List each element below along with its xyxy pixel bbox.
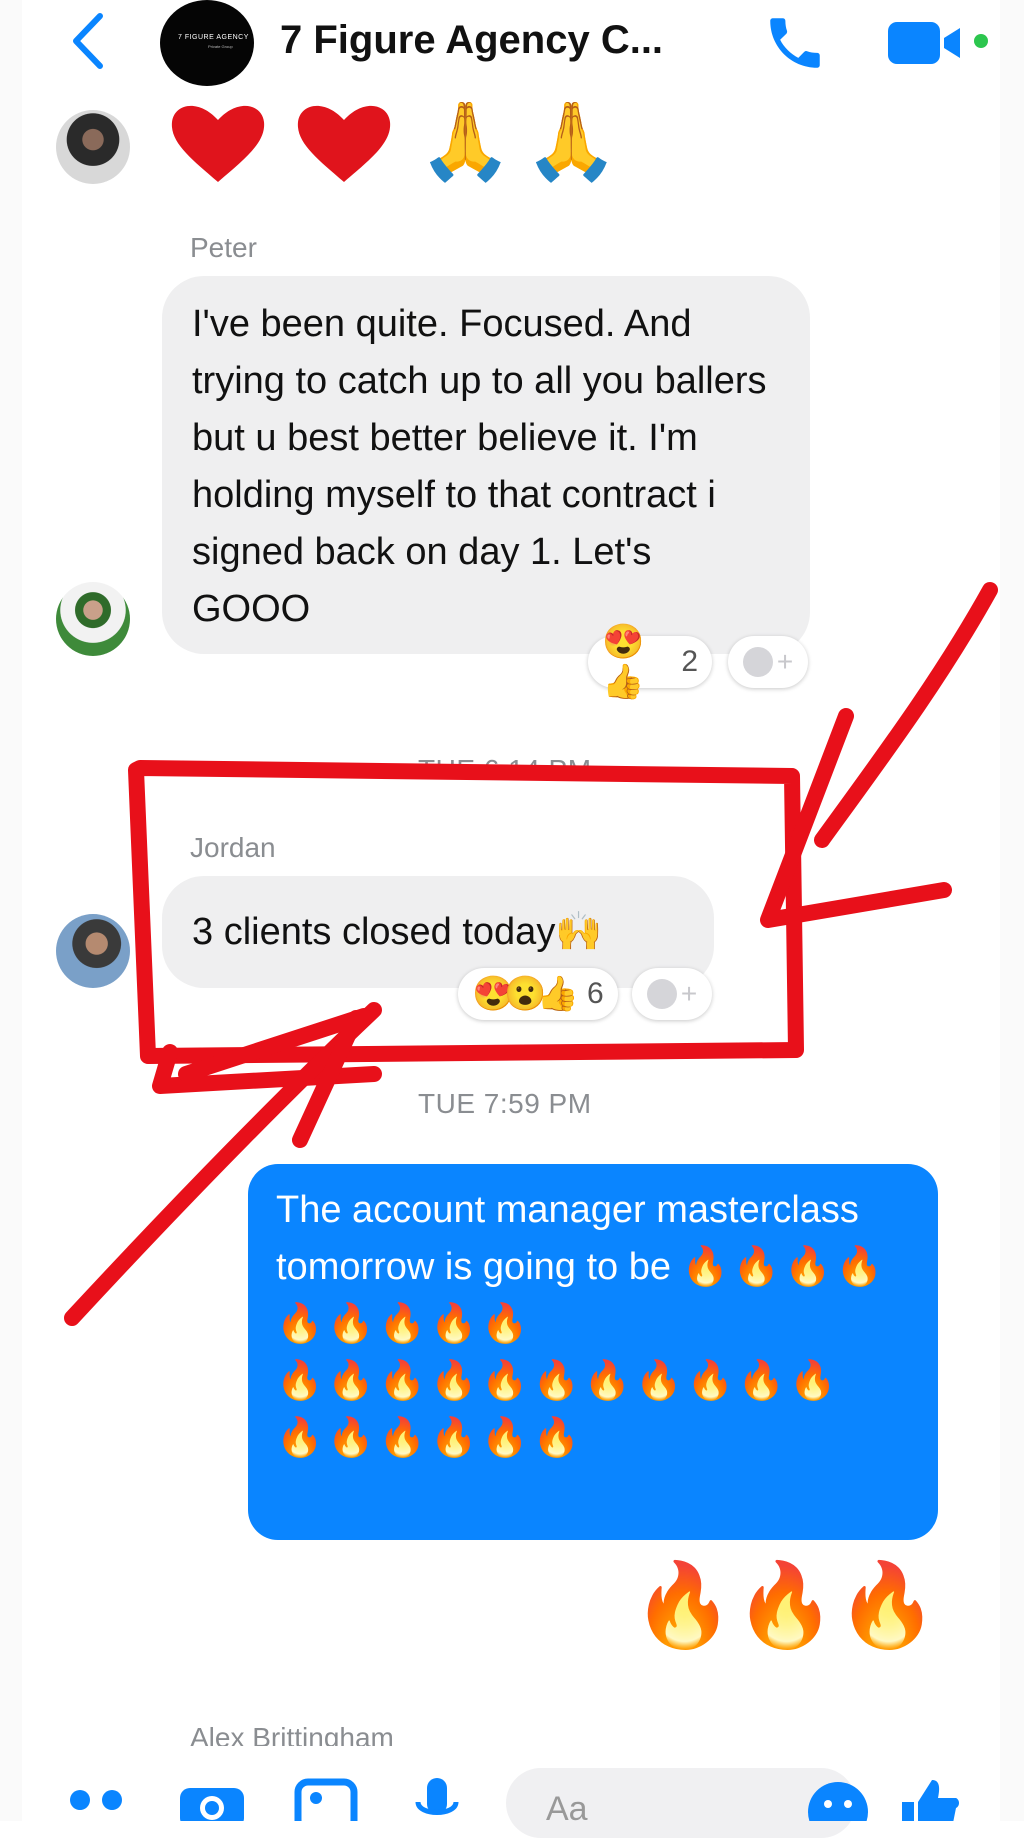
apps-icon[interactable]	[68, 1786, 126, 1822]
camera-icon[interactable]	[178, 1778, 248, 1821]
gallery-icon[interactable]	[294, 1778, 358, 1821]
red-annotation	[64, 582, 998, 1326]
message-input[interactable]: Aa	[506, 1768, 856, 1838]
message-input-placeholder: Aa	[546, 1790, 588, 1828]
emoji-icon[interactable]	[806, 1780, 870, 1821]
highlight-box	[128, 760, 804, 1064]
mic-icon[interactable]	[412, 1776, 462, 1821]
like-icon[interactable]	[898, 1778, 960, 1821]
